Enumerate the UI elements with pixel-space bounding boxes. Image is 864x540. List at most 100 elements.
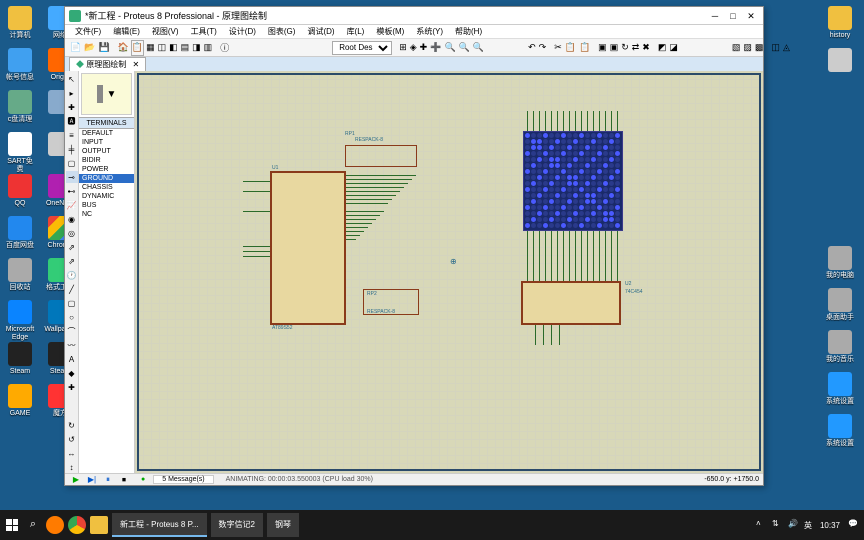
- sim-play-icon[interactable]: ▶: [69, 475, 83, 485]
- design-combo[interactable]: Root Design: [332, 41, 392, 55]
- wire[interactable]: [346, 227, 368, 228]
- copy-icon[interactable]: 📋: [564, 40, 577, 56]
- arc-icon[interactable]: ⌒: [66, 325, 78, 337]
- status-messages[interactable]: 5 Message(s): [153, 475, 213, 484]
- terminal-item-nc[interactable]: NC: [79, 210, 134, 219]
- menu-debug[interactable]: 调试(D): [301, 25, 340, 38]
- snap-icon[interactable]: ◈: [409, 40, 418, 56]
- desktop-icon[interactable]: c盘清理: [4, 90, 36, 128]
- desktop-icon[interactable]: 系统设置: [824, 372, 856, 410]
- tool-a-icon[interactable]: ▧: [731, 40, 742, 56]
- component-mcu[interactable]: U1 AT89S52: [270, 171, 346, 325]
- tray-chevron-up-icon[interactable]: ˄: [756, 519, 768, 531]
- menu-tool[interactable]: 工具(T): [185, 25, 223, 38]
- new-icon[interactable]: 📄: [69, 40, 82, 56]
- bom-icon[interactable]: ▤: [180, 40, 191, 56]
- probe-i-icon[interactable]: ⇗: [66, 255, 78, 267]
- menu-file[interactable]: 文件(F): [69, 25, 107, 38]
- mirror-v-icon[interactable]: ↕: [66, 461, 78, 473]
- mirror-h-icon[interactable]: ↔: [66, 447, 78, 459]
- line-icon[interactable]: ╱: [66, 283, 78, 295]
- undo-icon[interactable]: ↶: [527, 40, 537, 56]
- tray-notifications-icon[interactable]: 💬: [848, 519, 860, 531]
- wire[interactable]: [243, 256, 270, 257]
- menu-edit[interactable]: 编辑(E): [107, 25, 146, 38]
- wire[interactable]: [346, 199, 392, 200]
- terminal-item-default[interactable]: DEFAULT: [79, 129, 134, 138]
- terminal-item-ground[interactable]: GROUND: [79, 174, 134, 183]
- menu-system[interactable]: 系统(Y): [410, 25, 449, 38]
- wire[interactable]: [243, 251, 270, 252]
- path-icon[interactable]: 〰: [66, 339, 78, 351]
- symbol-icon[interactable]: ◆: [66, 367, 78, 379]
- tab-schematic[interactable]: ◆ 原理图绘制 ✕: [69, 57, 146, 71]
- graph-icon[interactable]: 📈: [66, 199, 78, 211]
- desktop-icon[interactable]: QQ: [4, 174, 36, 212]
- box-icon[interactable]: ▢: [66, 297, 78, 309]
- wire[interactable]: [243, 191, 270, 192]
- bus-icon[interactable]: ╪: [66, 143, 78, 155]
- desktop-icon[interactable]: 我的音乐: [824, 330, 856, 368]
- pinned-explorer-icon[interactable]: [90, 516, 108, 534]
- desktop-icon[interactable]: Steam: [4, 342, 36, 380]
- sim-pause-icon[interactable]: ⏸: [101, 475, 115, 485]
- junction-icon[interactable]: ✚: [66, 101, 78, 113]
- wire[interactable]: [559, 325, 560, 345]
- menu-help[interactable]: 帮助(H): [449, 25, 488, 38]
- probe-v-icon[interactable]: ⇗: [66, 241, 78, 253]
- wire[interactable]: [243, 181, 270, 182]
- desktop-icon[interactable]: [824, 48, 856, 86]
- wire[interactable]: [551, 325, 552, 345]
- instrument-icon[interactable]: 🕐: [66, 269, 78, 281]
- tray-network-icon[interactable]: ⇅: [772, 519, 784, 531]
- tray-volume-icon[interactable]: 🔊: [788, 519, 800, 531]
- terminal-item-power[interactable]: POWER: [79, 165, 134, 174]
- explorer-icon[interactable]: ▥: [203, 40, 214, 56]
- sim-step-icon[interactable]: ▶|: [85, 475, 99, 485]
- terminal-item-input[interactable]: INPUT: [79, 138, 134, 147]
- help-icon[interactable]: ⓘ: [219, 40, 230, 56]
- tool-c-icon[interactable]: ▩: [754, 40, 765, 56]
- desktop-icon[interactable]: history: [824, 6, 856, 44]
- tray-clock[interactable]: 10:37: [816, 521, 844, 530]
- sim-stop-icon[interactable]: ⏹: [117, 475, 131, 485]
- open-icon[interactable]: 📂: [83, 40, 96, 56]
- wire[interactable]: [346, 231, 364, 232]
- text-2d-icon[interactable]: A: [66, 353, 78, 365]
- wire[interactable]: [543, 325, 544, 345]
- circle-icon[interactable]: ○: [66, 311, 78, 323]
- gerber-icon[interactable]: ◧: [168, 40, 179, 56]
- block-copy-icon[interactable]: ▣: [597, 40, 608, 56]
- wire[interactable]: [346, 211, 384, 212]
- terminal-item-chassis[interactable]: CHASSIS: [79, 183, 134, 192]
- tool-e-icon[interactable]: ◬: [782, 40, 791, 56]
- task-proteus[interactable]: 新工程 - Proteus 8 P...: [112, 513, 207, 537]
- tray-ime[interactable]: 英: [804, 520, 812, 531]
- desktop-icon[interactable]: 百度网盘: [4, 216, 36, 254]
- desktop-icon[interactable]: 桌面助手: [824, 288, 856, 326]
- wire[interactable]: [535, 325, 536, 345]
- wire[interactable]: [346, 215, 380, 216]
- component-mode-icon[interactable]: ▸: [66, 87, 78, 99]
- wire[interactable]: [346, 183, 408, 184]
- desktop-icon[interactable]: 帐号信息: [4, 48, 36, 86]
- search-icon[interactable]: ⌕: [26, 518, 40, 532]
- home-icon[interactable]: 🏠: [117, 40, 130, 56]
- wire[interactable]: [346, 191, 400, 192]
- delete-icon[interactable]: ✖: [641, 40, 651, 56]
- paste-icon[interactable]: 📋: [578, 40, 591, 56]
- label-icon[interactable]: 🅰: [66, 115, 78, 127]
- titlebar[interactable]: *新工程 - Proteus 8 Professional - 原理图绘制 ─ …: [65, 7, 763, 25]
- terminal-item-dynamic[interactable]: DYNAMIC: [79, 192, 134, 201]
- terminal-item-bidir[interactable]: BIDIR: [79, 156, 134, 165]
- schematic-canvas[interactable]: U1 AT89S52 RP1 RESPACK-8 RP2 RESPACK-8: [135, 71, 763, 473]
- marker-icon[interactable]: ✚: [66, 381, 78, 393]
- 3d-icon[interactable]: ◫: [157, 40, 168, 56]
- rotate-cw-icon[interactable]: ↻: [66, 419, 78, 431]
- pinned-firefox-icon[interactable]: [46, 516, 64, 534]
- pcb-icon[interactable]: ▦: [145, 40, 156, 56]
- terminal-item-output[interactable]: OUTPUT: [79, 147, 134, 156]
- wire[interactable]: [346, 195, 396, 196]
- pinned-chrome-icon[interactable]: [68, 516, 86, 534]
- wire[interactable]: [346, 239, 356, 240]
